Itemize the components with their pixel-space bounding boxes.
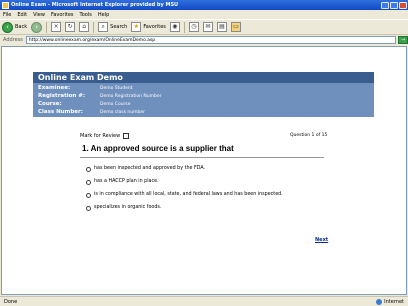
status-text: Done [4, 298, 18, 305]
go-button[interactable]: → [398, 36, 408, 44]
menu-view[interactable]: View [33, 12, 45, 18]
address-bar: Address http://www.onlineexam.org/exam/O… [0, 35, 408, 45]
info-value: Demo Registration Number [100, 93, 162, 99]
answer-text: specializes in organic foods. [94, 205, 162, 210]
answer-option[interactable]: has a HACCP plan in place. [86, 179, 326, 185]
zone-label: Internet [384, 298, 404, 305]
mark-for-review: Mark for Review [80, 133, 130, 139]
menu-bar: File Edit View Favorites Tools Help [0, 10, 408, 19]
edit-button[interactable]: ▭ [230, 22, 241, 32]
info-row: Registration #: Demo Registration Number [38, 92, 374, 100]
toolbar: ‹ Back › × ↻ ⌂ ⌕ Search ★ Favorites ◉ ◷ … [0, 19, 408, 35]
answer-radio[interactable] [86, 180, 91, 185]
window-title: Online Exam - Microsoft Internet Explore… [11, 2, 179, 8]
exam-title: Online Exam Demo [33, 72, 374, 83]
back-arrow-icon: ‹ [2, 21, 13, 33]
menu-favorites[interactable]: Favorites [51, 12, 74, 18]
status-bar: Done Internet [0, 296, 408, 306]
print-icon: ▤ [216, 22, 227, 32]
question-text: 1. An approved source is a supplier that [82, 144, 234, 153]
address-label: Address [3, 37, 23, 43]
search-button[interactable]: ⌕ Search [98, 22, 127, 32]
menu-file[interactable]: File [3, 12, 11, 18]
search-label: Search [110, 24, 128, 30]
history-icon: ◷ [188, 22, 199, 32]
favorites-button[interactable]: ★ Favorites [131, 22, 166, 32]
address-input[interactable]: http://www.onlineexam.org/exam/OnlineExa… [25, 36, 397, 44]
answer-radio[interactable] [86, 206, 91, 211]
exam-info-table: Examinee: Demo Student Registration #: D… [33, 83, 374, 117]
answer-option[interactable]: specializes in organic foods. [86, 205, 326, 211]
info-key: Class Number: [38, 109, 83, 115]
stop-icon: × [51, 22, 62, 32]
answer-text: is in compliance with all local, state, … [94, 192, 283, 197]
favorites-label: Favorites [143, 24, 166, 30]
info-row: Course: Demo Course [38, 100, 374, 108]
forward-arrow-icon: › [31, 21, 43, 33]
star-icon: ★ [131, 22, 142, 32]
maximize-button[interactable] [390, 1, 398, 9]
info-value: Demo class number [100, 109, 145, 115]
info-value: Demo Student [100, 85, 133, 91]
search-icon: ⌕ [98, 22, 109, 32]
media-icon: ◉ [169, 22, 180, 32]
mail-button[interactable]: ✉ [202, 22, 213, 32]
close-button[interactable] [399, 1, 407, 9]
folder-icon: ▭ [230, 22, 241, 32]
home-button[interactable]: ⌂ [79, 22, 90, 32]
forward-button[interactable]: › [31, 21, 43, 33]
refresh-button[interactable]: ↻ [65, 22, 76, 32]
print-button[interactable]: ▤ [216, 22, 227, 32]
answer-list: has been inspected and approved by the F… [86, 166, 326, 218]
back-label: Back [15, 24, 28, 30]
mail-icon: ✉ [202, 22, 213, 32]
info-key: Registration #: [38, 93, 86, 99]
review-checkbox[interactable] [123, 133, 130, 139]
stop-button[interactable]: × [51, 22, 62, 32]
divider [80, 157, 324, 158]
answer-option[interactable]: is in compliance with all local, state, … [86, 192, 326, 198]
info-key: Course: [38, 101, 62, 107]
back-button[interactable]: ‹ Back [2, 21, 28, 33]
next-link[interactable]: Next [315, 237, 328, 243]
media-button[interactable]: ◉ [169, 22, 180, 32]
toolbar-divider [93, 21, 95, 33]
home-icon: ⌂ [79, 22, 90, 32]
info-row: Examinee: Demo Student [38, 84, 374, 92]
answer-text: has a HACCP plan in place. [94, 179, 159, 184]
title-bar: Online Exam - Microsoft Internet Explore… [0, 0, 408, 10]
review-label: Mark for Review [80, 133, 121, 139]
answer-radio[interactable] [86, 193, 91, 198]
history-button[interactable]: ◷ [188, 22, 199, 32]
status-zone: Internet [374, 298, 404, 305]
question-counter: Question 1 of 15 [290, 133, 328, 138]
ie-icon [2, 1, 9, 9]
exam-header: Online Exam Demo Examinee: Demo Student … [33, 72, 374, 117]
info-key: Examinee: [38, 85, 71, 91]
minimize-button[interactable] [381, 1, 389, 9]
browser-window: Online Exam - Microsoft Internet Explore… [0, 0, 408, 306]
info-value: Demo Course [100, 101, 131, 107]
refresh-icon: ↻ [65, 22, 76, 32]
globe-icon [376, 298, 383, 305]
toolbar-divider [46, 21, 48, 33]
page-viewport: Online Exam Demo Examinee: Demo Student … [1, 46, 407, 295]
menu-help[interactable]: Help [98, 12, 109, 18]
menu-tools[interactable]: Tools [80, 12, 92, 18]
answer-text: has been inspected and approved by the F… [94, 166, 206, 171]
answer-radio[interactable] [86, 167, 91, 172]
answer-option[interactable]: has been inspected and approved by the F… [86, 166, 326, 172]
info-row: Class Number: Demo class number [38, 108, 374, 116]
toolbar-divider [183, 21, 185, 33]
menu-edit[interactable]: Edit [17, 12, 27, 18]
